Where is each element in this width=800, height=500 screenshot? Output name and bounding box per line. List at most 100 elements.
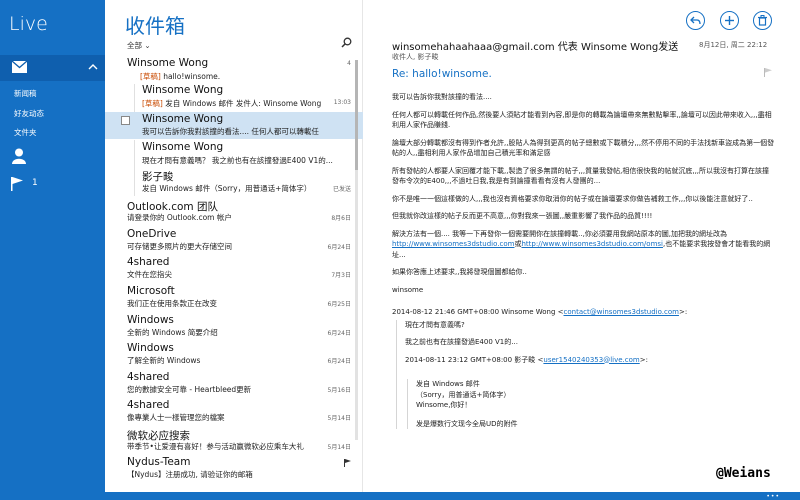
message-preview: 带季节•让爱漫有喜好！参与活动赢微软必应乘车大礼 (127, 442, 304, 451)
flagged-count: 1 (32, 178, 38, 188)
select-checkbox[interactable] (121, 116, 130, 125)
message-sender: Windows (127, 314, 174, 326)
list-item[interactable]: 微软必应搜索 带季节•让爱漫有喜好！参与活动赢微软必应乘车大礼 5月14日 (105, 428, 363, 456)
delete-button[interactable] (753, 11, 772, 30)
message-status: 已发送 (332, 186, 351, 193)
body-text: 解決方法有一個.... 我等一下再發你一個需要開你在該撞轉載..,你必須要用我網… (392, 229, 728, 238)
preview-text: 发自 Windows 邮件 发件人: Winsome Wong (162, 99, 322, 108)
message-count: 4 (347, 60, 351, 67)
folder-newsletters[interactable]: 新闻稿 (14, 88, 37, 99)
scrollbar[interactable] (355, 60, 358, 440)
chevron-up-icon[interactable] (88, 62, 98, 72)
body-paragraph-links: 解決方法有一個.... 我等一下再發你一個需要開你在該撞轉載..,你必須要用我網… (392, 229, 776, 261)
reply-icon (690, 16, 701, 25)
message-date: 6月25日 (327, 301, 351, 308)
message-sender: Winsome Wong (142, 113, 224, 125)
folder-title: 收件箱 (125, 14, 185, 38)
message-preview: 发自 Windows 邮件（Sorry，用普通话+简体字） (142, 184, 312, 193)
message-sender: 4shared (127, 399, 170, 411)
message-preview: 您的數據安全可靠 - Heartbleed更新 (127, 385, 252, 394)
draft-tag: [草稿] (140, 72, 161, 81)
body-paragraph: 任何人都可以轉載任何作品,然後要人須貼才能看到內容,即是你的轉載為論壇帶來無數點… (392, 110, 772, 130)
quote-line: （Sorry，用普通话+简体字） (416, 390, 511, 399)
message-preview: 请登录你的 Outlook.com 帐户 (127, 213, 232, 222)
message-preview: 我们正在使用条款正在改变 (127, 299, 217, 308)
list-item[interactable]: Outlook.com 团队 请登录你的 Outlook.com 帐户 8月6日 (105, 199, 363, 227)
message-date: 5月14日 (327, 444, 351, 451)
list-item[interactable]: Winsome Wong [草稿] 发自 Windows 邮件 发件人: Win… (105, 84, 363, 113)
more-icon[interactable]: ••• (766, 493, 780, 500)
list-item[interactable]: Nydus-Team 【Nydus】注册成功, 请验证你的邮箱 (105, 456, 363, 484)
thread-line (134, 168, 135, 196)
plus-icon (725, 16, 734, 25)
flag-icon[interactable] (344, 459, 351, 467)
list-item[interactable]: Microsoft 我们正在使用条款正在改变 6月25日 (105, 285, 363, 313)
list-item-selected[interactable]: Winsome Wong 我可以告訴你我對該撞的看法.... 任何人都可以轉載任 (105, 112, 363, 139)
search-icon[interactable] (341, 37, 352, 48)
message-preview: 全新的 Windows 简要介绍 (127, 328, 218, 337)
message-preview: 我可以告訴你我對該撞的看法.... 任何人都可以轉載任 (142, 127, 319, 136)
website-link[interactable]: http://www.winsomes3dstudio.com (392, 240, 514, 248)
message-datetime: 8月12日, 周二 22:12 (699, 41, 768, 49)
body-paragraph: 論壇大部分轉載都沒有得到作者允許,,股貼人為得到更高的帖子總數或下載積分,,,然… (392, 138, 775, 158)
body-paragraph: 你不是唯一一個這樣做的人,,,我也沒有資格要求你取消你的帖子或在論壇要求你做告補… (392, 194, 753, 203)
message-date: 5月16日 (327, 387, 351, 394)
quoted-email-link[interactable]: contact@winsomes3dstudio.com (564, 308, 679, 316)
message-sender: Windows (127, 342, 174, 354)
quoted-message-nested: 发自 Windows 邮件 （Sorry，用普通话+简体字） Winsome,你… (407, 379, 776, 429)
message-preview: 了解全新的 Windows (127, 356, 201, 365)
app-title: Live (9, 13, 48, 35)
message-date: 8月6日 (331, 215, 351, 222)
people-icon[interactable] (12, 148, 26, 164)
list-item[interactable]: Winsome Wong 現在才問有意義嗎？ 我之前也有在該撞發過E400 V1… (105, 140, 363, 168)
message-recipients: 收件人, 影子畯 (392, 53, 439, 61)
folder-folders[interactable]: 文件夹 (14, 127, 37, 138)
mail-icon (12, 61, 27, 73)
list-item[interactable]: Windows 了解全新的 Windows 6月24日 (105, 342, 363, 370)
quote-line: 現在才問有意義嗎? (405, 320, 465, 329)
message-sender: Nydus-Team (127, 456, 191, 468)
filter-dropdown[interactable]: 全部 ⌄ (127, 40, 151, 51)
message-date: 13:03 (333, 99, 351, 106)
message-preview: 文件在您指尖 (127, 270, 172, 279)
message-sender: OneDrive (127, 228, 177, 240)
folder-social[interactable]: 好友动态 (14, 108, 44, 119)
flag-icon[interactable] (764, 68, 772, 77)
new-message-button[interactable] (720, 11, 739, 30)
message-sender: 4shared (127, 371, 170, 383)
list-item[interactable]: Winsome Wong 4 [草稿] hallo!winsome. (105, 56, 363, 86)
navigation-pane: Live 新闻稿 好友动态 文件夹 1 (0, 0, 105, 492)
flag-icon (11, 177, 23, 191)
thread-line (134, 140, 135, 168)
message-preview: 現在才問有意義嗎？ 我之前也有在該撞發過E400 V1的... (142, 156, 333, 165)
message-body: 我可以告訴你我對該撞的看法.... 任何人都可以轉載任何作品,然後要人須貼才能看… (392, 92, 776, 436)
scrollbar-thumb[interactable] (355, 60, 358, 170)
message-date: 6月24日 (327, 244, 351, 251)
message-preview: [草稿] hallo!winsome. (140, 72, 221, 81)
message-preview: 【Nydus】注册成功, 请验证你的邮箱 (127, 470, 253, 479)
account-inbox[interactable] (0, 55, 105, 81)
reply-button[interactable] (686, 11, 705, 30)
app-bar-strip[interactable]: ••• (0, 492, 800, 500)
body-paragraph: 如果你答應上述要求,,我將發現個圖都給你.. (392, 268, 527, 276)
list-item[interactable]: 4shared 文件在您指尖 7月3日 (105, 256, 363, 284)
message-date: 6月24日 (327, 358, 351, 365)
list-item[interactable]: 4shared 您的數據安全可靠 - Heartbleed更新 5月16日 (105, 371, 363, 399)
list-item[interactable]: 4shared 像專業人士一樣管理您的檔案 5月14日 (105, 399, 363, 427)
quote-header-text: 2014-08-12 21:46 GMT+08:00 Winsome Wong … (392, 308, 564, 316)
list-item[interactable]: Windows 全新的 Windows 简要介绍 6月24日 (105, 314, 363, 342)
quoted-email-link[interactable]: user1540240353@live.com (543, 356, 639, 364)
website-omsi-link[interactable]: http://www.winsomes3dstudio.com/omsi (521, 240, 663, 248)
quote-header-text: 2014-08-11 23:12 GMT+08:00 影子畯 < (405, 355, 544, 364)
list-item[interactable]: 影子畯 发自 Windows 邮件（Sorry，用普通话+简体字） 已发送 (105, 168, 363, 196)
message-sender: 影子畯 (142, 171, 174, 183)
quoted-message: 現在才問有意義嗎? 我之前也有在該撞發過E400 V1的... 2014-08-… (396, 319, 776, 429)
message-date: 7月3日 (331, 272, 351, 279)
quote-line: 发自 Windows 邮件 (416, 380, 480, 388)
body-paragraph: 但我就你改這樣的帖子反而更不高意,,,你對我來一張圖,,嚴重影響了我作品的品質!… (392, 212, 653, 220)
list-item[interactable]: OneDrive 可存储更多照片的更大存储空间 6月24日 (105, 228, 363, 256)
body-paragraph: 我可以告訴你我對該撞的看法.... (392, 93, 492, 101)
quote-line: 我之前也有在該撞發過E400 V1的... (405, 338, 518, 346)
reading-pane: winsomehahaahaaa@gmail.com 代表 Winsome Wo… (364, 0, 800, 492)
message-preview: 像專業人士一樣管理您的檔案 (127, 413, 225, 422)
